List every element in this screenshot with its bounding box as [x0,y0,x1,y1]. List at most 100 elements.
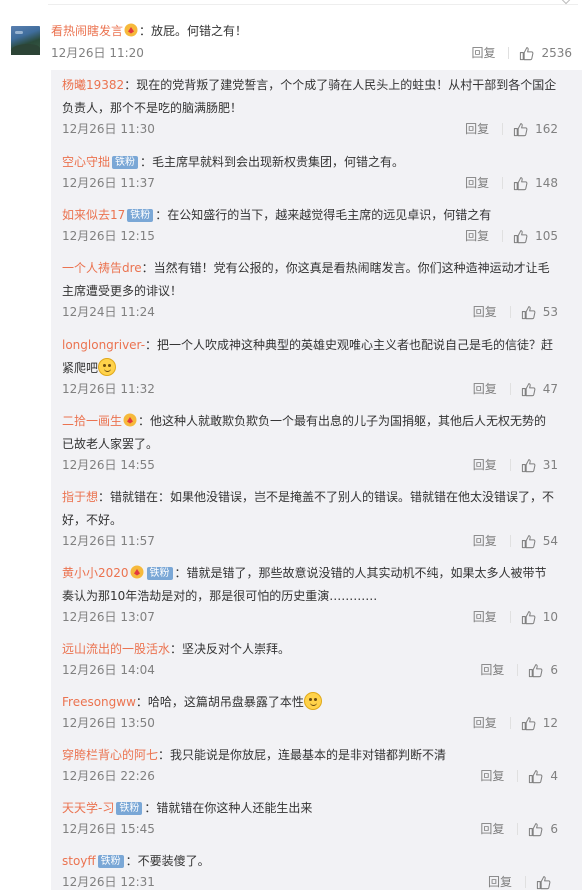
reply-text: ：坚决反对个人崇拜。 [170,642,291,656]
like-count: 10 [542,610,558,624]
like-button[interactable]: 47 [521,380,558,398]
reply-button[interactable]: 回复 [465,120,489,138]
like-button[interactable]: 2536 [519,44,572,62]
reply-button[interactable]: 回复 [465,227,489,245]
reply-time: 12月26日 11:30 [62,122,155,136]
reply-time: 12月26日 13:07 [62,610,155,624]
reply-time: 12月26日 12:31 [62,875,155,889]
reply-button[interactable]: 回复 [473,303,497,321]
reply-time: 12月26日 13:50 [62,716,155,730]
reply-time: 12月26日 15:45 [62,822,155,836]
like-count: 148 [535,176,558,190]
reply-item: 黄小小2020 铁粉 ：错就是错了，那些故意说没错的人其实动机不纯，如果太多人被带节… [62,562,558,624]
reply-button[interactable]: 回复 [465,174,489,192]
reply-time: 12月26日 11:32 [62,382,155,396]
divider [509,717,511,729]
divider [509,459,511,471]
reply-button[interactable]: 回复 [473,714,497,732]
divider [502,123,504,135]
thumbs-up-icon [529,663,543,677]
like-button[interactable]: 148 [513,174,558,192]
like-button[interactable]: 53 [521,303,558,321]
like-count: 53 [542,305,558,319]
reply-text: ：不要装傻了。 [125,854,210,868]
like-count: 162 [535,122,558,136]
reply-username[interactable]: 天天学-习 [62,801,114,815]
reply-button[interactable]: 回复 [473,456,497,474]
reply-item: 远山流出的一股活水：坚决反对个人崇拜。 12月26日 14:04 回复 6 [62,638,558,677]
reply-item: 杨曦19382：现在的党背叛了建党誓言，个个成了骑在人民头上的蛀虫！从村干部到各… [62,74,558,136]
like-button[interactable]: 10 [521,608,558,626]
vip-icon [130,565,144,579]
reply-username[interactable]: 杨曦19382 [62,78,124,92]
reply-username[interactable]: 黄小小2020 [62,566,129,580]
like-button[interactable]: 6 [528,661,558,679]
like-button[interactable]: 105 [513,227,558,245]
reply-button[interactable]: 回复 [473,380,497,398]
like-count: 12 [542,716,558,730]
like-count: 47 [542,382,558,396]
like-count: 6 [550,822,558,836]
main-comment-username[interactable]: 看热闹瞎发言 [51,24,123,38]
thumbs-up-icon [513,229,528,243]
fan-badge: 铁粉 [112,156,139,169]
reply-item: Freesongww：哈哈，这篇胡吊盘暴露了本性 12月26日 13:50 回复 12 [62,691,558,730]
like-count: 31 [542,458,558,472]
reply-button[interactable]: 回复 [480,820,504,838]
like-button[interactable]: 12 [521,714,558,732]
like-count: 54 [542,534,558,548]
reply-item: 指于想：错就错在：如果他没错误，岂不是掩盖不了别人的错误。错就错在他太没错误了，… [62,486,558,548]
reply-text: ：哈哈，这篇胡吊盘暴露了本性 [135,695,304,709]
reply-text: ：毛主席早就料到会出现新权贵集团，何错之有。 [140,155,405,169]
thumbs-up-icon [529,822,543,836]
divider [517,823,519,835]
vip-icon [123,413,137,427]
like-button[interactable]: 4 [528,767,558,785]
reply-text: ：错就错在：如果他没错误，岂不是掩盖不了别人的错误。错就错在他太没错误了，不好，… [62,490,555,527]
reply-item: 空心守拙 铁粉 ：毛主席早就料到会出现新权贵集团，何错之有。 12月26日 11:37… [62,151,558,190]
like-count: 4 [550,769,558,783]
like-button[interactable]: 54 [521,532,558,550]
vip-icon [124,23,138,37]
like-button[interactable]: 31 [521,456,558,474]
divider [509,383,511,395]
reply-username[interactable]: 远山流出的一股活水 [62,642,170,656]
top-separator [0,0,588,6]
divider [508,47,510,59]
reply-text: ：现在的党背叛了建党誓言，个个成了骑在人民头上的蛀虫！从村干部到各个国企负责人，… [62,78,557,115]
reply-username[interactable]: 一个人祷告dre [62,261,142,275]
like-button[interactable]: 162 [513,120,558,138]
reply-username[interactable]: Freesongww [62,695,136,709]
thumbs-up-icon [529,769,543,783]
reply-button[interactable]: 回复 [480,661,504,679]
reply-username[interactable]: 空心守拙 [62,155,110,169]
thumbs-up-icon [521,610,536,624]
reply-button[interactable]: 回复 [480,767,504,785]
reply-button[interactable]: 回复 [473,532,497,550]
reply-button[interactable]: 回复 [473,608,497,626]
divider [502,230,504,242]
reply-button[interactable]: 回复 [471,44,495,62]
fan-badge: 铁粉 [127,209,154,222]
reply-text: ：在公知盛行的当下，越来越觉得毛主席的远见卓识，何错之有 [155,208,492,222]
reply-time: 12月26日 14:04 [62,663,155,677]
reply-username[interactable]: 指于想 [62,490,98,504]
reply-time: 12月26日 22:26 [62,769,155,783]
like-button[interactable]: 6 [528,820,558,838]
fan-badge: 铁粉 [146,567,173,580]
reply-item: 二拾一画生 ：他这种人就敢欺负欺负一个最有出息的儿子为国捐躯，其他后人无权无势的已… [62,410,558,472]
reply-button[interactable]: 回复 [488,873,512,891]
reply-username[interactable]: longlongriver- [62,338,145,352]
main-comment-time: 12月26日 11:20 [51,46,144,60]
divider [502,177,504,189]
fan-badge: 铁粉 [116,802,143,815]
avatar[interactable] [11,26,40,55]
like-button[interactable] [536,875,558,890]
reply-username[interactable]: 穿胯栏背心的阿七 [62,748,158,762]
thumbs-up-icon [521,534,536,548]
reply-username[interactable]: stoyff [62,854,96,868]
divider [509,306,511,318]
thumbs-up-icon [521,382,536,396]
reply-username[interactable]: 如来似去17 [62,208,125,222]
reply-username[interactable]: 二拾一画生 [62,414,122,428]
